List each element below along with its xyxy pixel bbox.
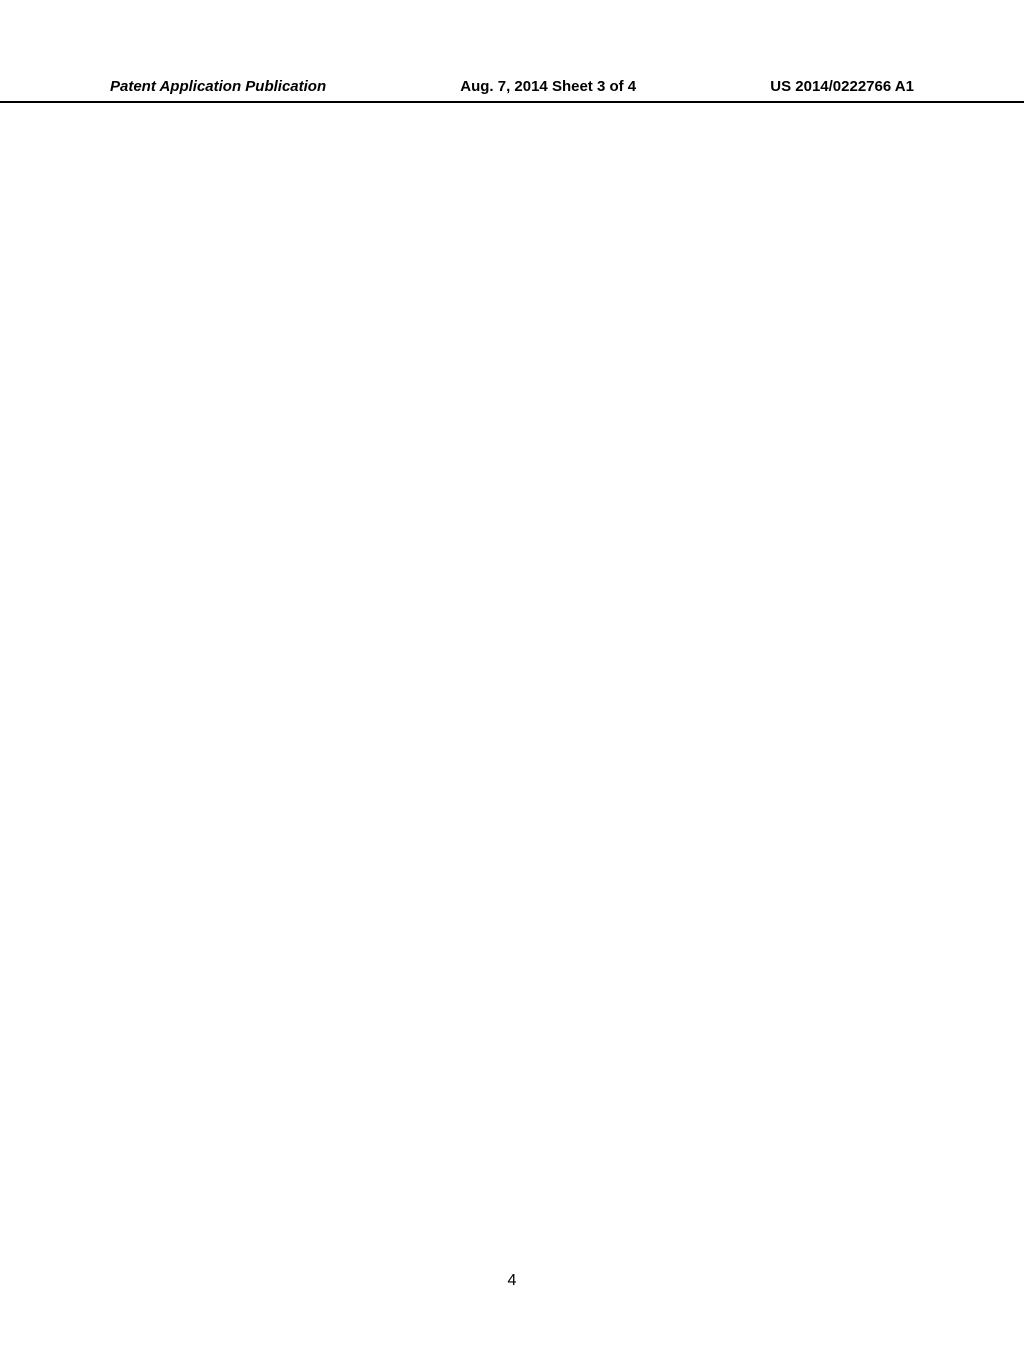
- header-right-text: US 2014/0222766 A1: [770, 78, 914, 95]
- publication-header: Patent Application Publication Aug. 7, 2…: [0, 78, 1024, 103]
- header-left-text: Patent Application Publication: [110, 78, 326, 95]
- page-number: 4: [508, 1272, 517, 1290]
- header-mid-text: Aug. 7, 2014 Sheet 3 of 4: [460, 78, 636, 95]
